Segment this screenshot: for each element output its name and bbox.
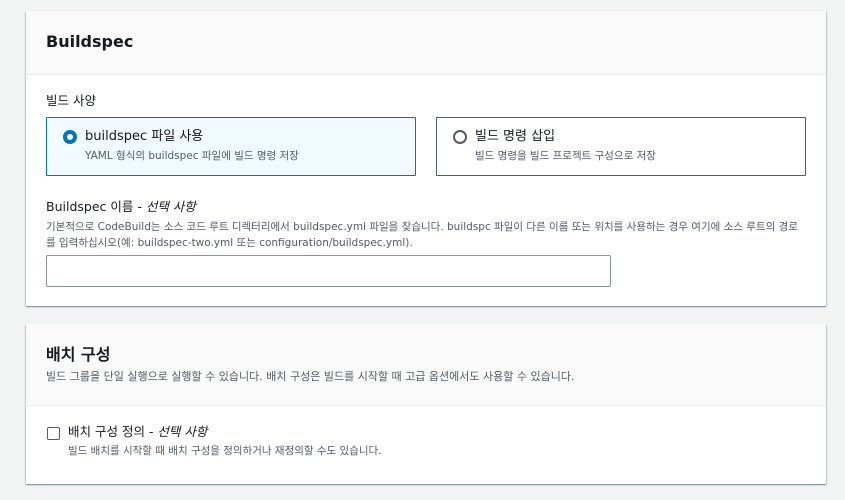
batch-config-panel: 배치 구성 빌드 그룹을 단일 실행으로 실행할 수 있습니다. 배치 구성은 … <box>26 324 826 484</box>
buildspec-panel-header: Buildspec <box>26 11 826 75</box>
buildspec-panel-title: Buildspec <box>46 32 134 51</box>
define-batch-config-optional: 선택 사항 <box>157 424 208 439</box>
insert-build-commands-radio[interactable] <box>453 130 467 144</box>
batch-config-description: 빌드 그룹을 단일 실행으로 실행할 수 있습니다. 배치 구성은 빌드를 시작… <box>46 370 575 383</box>
define-batch-config-description: 빌드 배치를 시작할 때 배치 구성을 정의하거나 재정의할 수도 있습니다. <box>68 445 382 457</box>
insert-build-commands-description: 빌드 명령을 빌드 프로젝트 구성으로 저장 <box>475 150 656 162</box>
buildspec-name-label-text: Buildspec 이름 - <box>46 199 146 214</box>
buildspec-name-optional: 선택 사항 <box>145 199 196 214</box>
insert-build-commands-title: 빌드 명령 삽입 <box>475 129 556 144</box>
use-buildspec-radio[interactable] <box>63 130 77 144</box>
batch-config-title: 배치 구성 <box>46 345 111 364</box>
buildspec-name-input[interactable] <box>46 255 611 287</box>
define-batch-config-label-text: 배치 구성 정의 - <box>68 424 158 439</box>
buildspec-panel: Buildspec 빌드 사양 buildspec 파일 사용 YAML 형식의… <box>26 11 826 306</box>
build-spec-label: 빌드 사양 <box>46 93 96 108</box>
insert-build-commands-tile[interactable]: 빌드 명령 삽입 빌드 명령을 빌드 프로젝트 구성으로 저장 <box>436 117 806 176</box>
use-buildspec-file-tile[interactable]: buildspec 파일 사용 YAML 형식의 buildspec 파일에 빌… <box>46 117 416 176</box>
define-batch-config-label[interactable]: 배치 구성 정의 - 선택 사항 <box>68 424 207 440</box>
use-buildspec-description: YAML 형식의 buildspec 파일에 빌드 명령 저장 <box>85 150 299 162</box>
buildspec-name-help-text: 기본적으로 CodeBuild는 소스 코드 루트 디렉터리에서 buildsp… <box>46 221 798 249</box>
buildspec-name-label: Buildspec 이름 - 선택 사항 <box>46 199 196 215</box>
define-batch-config-checkbox[interactable] <box>47 427 60 440</box>
use-buildspec-title: buildspec 파일 사용 <box>85 129 204 144</box>
batch-config-panel-header: 배치 구성 빌드 그룹을 단일 실행으로 실행할 수 있습니다. 배치 구성은 … <box>26 324 826 406</box>
